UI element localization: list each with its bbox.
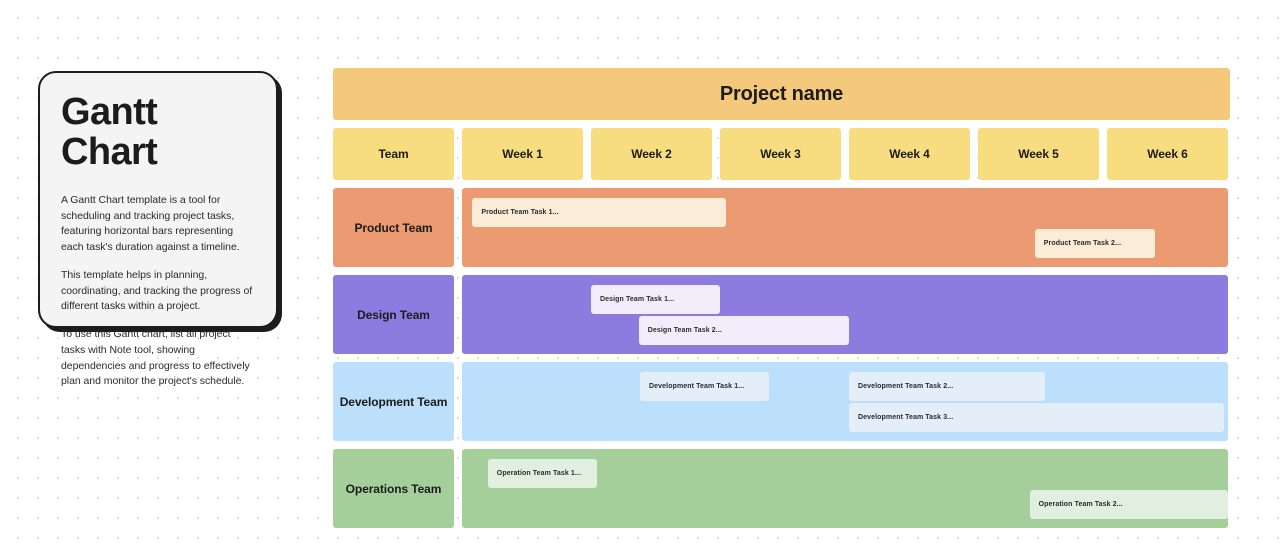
task-bar[interactable]: Development Team Task 2...: [849, 372, 1046, 401]
task-bar[interactable]: Development Team Task 1...: [640, 372, 770, 401]
column-header-week-6[interactable]: Week 6: [1107, 128, 1228, 180]
team-name-label: Design Team: [357, 307, 430, 322]
task-bar[interactable]: Product Team Task 1...: [472, 198, 727, 227]
task-bar[interactable]: Development Team Task 3...: [849, 403, 1225, 432]
task-bar-label: Development Team Task 3...: [858, 414, 954, 421]
info-paragraph-1: A Gantt Chart template is a tool for sch…: [61, 193, 240, 254]
gantt-row: Operations Team Operation Team Task 1... O…: [333, 449, 1230, 528]
task-bar-label: Product Team Task 1...: [481, 209, 559, 216]
column-header-week-5[interactable]: Week 5: [978, 128, 1099, 180]
project-title-bar[interactable]: Project name: [333, 68, 1230, 120]
task-bar[interactable]: Operation Team Task 1...: [487, 459, 598, 488]
task-bar-label: Product Team Task 2...: [1043, 240, 1122, 247]
gantt-row: Development Team Development Team Task 1.…: [333, 362, 1230, 441]
timeline-cell[interactable]: Product Team Task 1... Product Team Task …: [462, 188, 1228, 267]
task-bar[interactable]: Operation Team Task 2...: [1029, 490, 1228, 519]
team-name-cell[interactable]: Product Team: [333, 188, 454, 267]
team-name-cell[interactable]: Development Team: [333, 362, 454, 441]
timeline-cell[interactable]: Design Team Task 1... Design Team Task 2.…: [462, 275, 1228, 354]
project-title: Project name: [719, 82, 844, 105]
task-bar-label: Design Team Task 2...: [647, 327, 722, 334]
column-header-week-4-label: Week 4: [889, 147, 930, 161]
column-header-week-3[interactable]: Week 3: [720, 128, 841, 180]
team-name-label: Operations Team: [345, 481, 442, 496]
task-bar-label: Design Team Task 1...: [600, 296, 675, 303]
team-name-cell[interactable]: Operations Team: [333, 449, 454, 528]
column-header-week-4[interactable]: Week 4: [849, 128, 970, 180]
timeline-cell[interactable]: Development Team Task 1... Development Te…: [462, 362, 1228, 441]
page-title: Gantt Chart: [61, 91, 158, 173]
column-header-team-label: Team: [378, 147, 409, 161]
column-header-week-5-label: Week 5: [1018, 147, 1059, 161]
column-header-week-2-label: Week 2: [631, 147, 672, 161]
column-header-week-1[interactable]: Week 1: [462, 128, 583, 180]
team-name-label: Product Team: [354, 220, 433, 235]
gantt-rows: Product Team Product Team Task 1... Produc…: [333, 188, 1230, 528]
info-card: Gantt Chart A Gantt Chart template is a …: [38, 71, 278, 387]
column-header-week-2[interactable]: Week 2: [591, 128, 712, 180]
column-header-team[interactable]: Team: [333, 128, 454, 180]
task-bar[interactable]: Design Team Task 1...: [591, 285, 720, 314]
info-paragraph-3: To use this Gantt chart, list all projec…: [61, 328, 250, 388]
task-bar[interactable]: Product Team Task 2...: [1034, 229, 1155, 258]
task-bar-label: Development Team Task 1...: [649, 383, 745, 390]
team-name-cell[interactable]: Design Team: [333, 275, 454, 354]
column-header-week-3-label: Week 3: [760, 147, 801, 161]
task-bar[interactable]: Design Team Task 2...: [638, 316, 849, 345]
timeline-cell[interactable]: Operation Team Task 1... Operation Team T…: [462, 449, 1228, 528]
info-paragraph-2: This template helps in planning, coordin…: [61, 268, 253, 313]
task-bar-label: Development Team Task 2...: [858, 383, 954, 390]
task-bar-label: Operation Team Task 2...: [1038, 501, 1123, 508]
column-header-week-1-label: Week 1: [502, 147, 543, 161]
column-header-row: Team Week 1 Week 2 Week 3 Week 4 Week 5 …: [333, 128, 1230, 180]
task-bar-label: Operation Team Task 1...: [496, 470, 582, 477]
team-name-label: Development Team: [339, 394, 448, 409]
column-header-week-6-label: Week 6: [1147, 147, 1188, 161]
gantt-row: Product Team Product Team Task 1... Produc…: [333, 188, 1230, 267]
gantt-chart: Project name Team Week 1 Week 2 Week 3 W…: [333, 68, 1230, 528]
gantt-row: Design Team Design Team Task 1... Design T…: [333, 275, 1230, 354]
